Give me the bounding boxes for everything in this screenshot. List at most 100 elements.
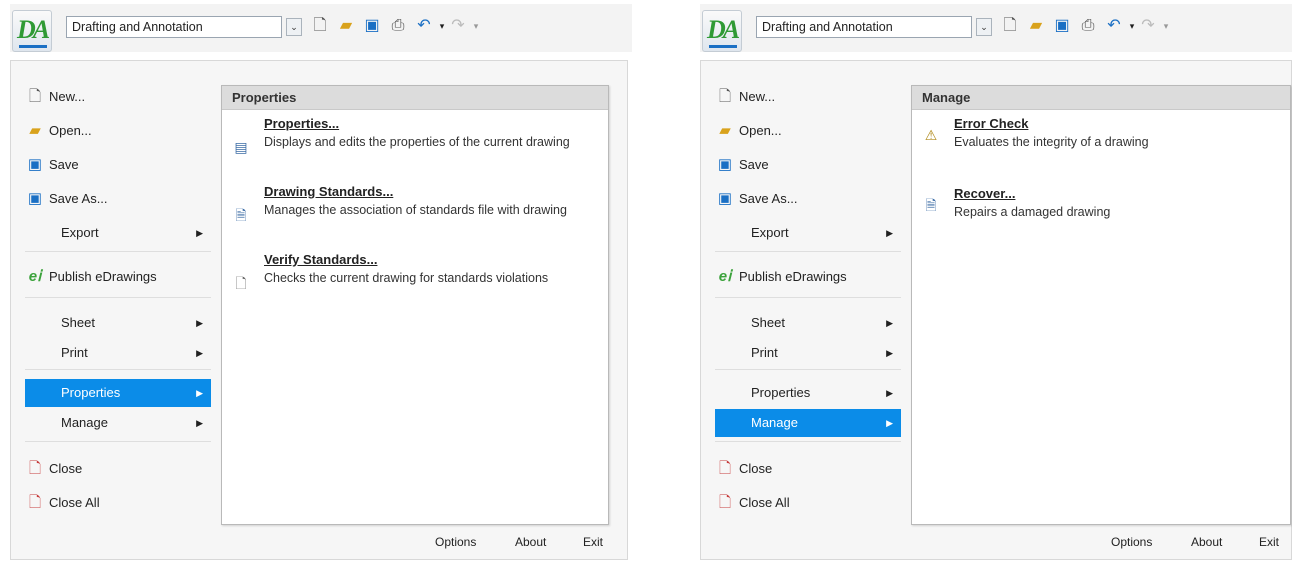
print-icon[interactable]: ⎙ bbox=[1078, 16, 1098, 36]
menu-item-open[interactable]: ▰ Open... bbox=[715, 117, 901, 145]
menu-item-print[interactable]: Print ▶ bbox=[25, 339, 211, 367]
submenu-arrow-icon: ▶ bbox=[196, 348, 203, 358]
menu-item-properties[interactable]: Properties ▶ bbox=[715, 379, 901, 407]
submenu-arrow-icon: ▶ bbox=[196, 418, 203, 428]
undo-icon[interactable]: ↶ bbox=[414, 16, 434, 36]
menu-item-save[interactable]: ▣ Save bbox=[715, 151, 901, 179]
edrawings-icon: eⅰ bbox=[28, 268, 42, 285]
open-folder-icon: ▰ bbox=[29, 122, 41, 139]
app-logo-text: DA bbox=[17, 15, 50, 44]
submenu-item-recover[interactable]: 🗎 Recover... Repairs a damaged drawing bbox=[922, 186, 1292, 242]
submenu-item-properties[interactable]: ▤ Properties... Displays and edits the p… bbox=[232, 116, 602, 178]
menu-item-manage[interactable]: Manage ▶ bbox=[25, 409, 211, 437]
about-button[interactable]: About bbox=[515, 535, 546, 549]
submenu-item-error-check[interactable]: ⚠ Error Check Evaluates the integrity of… bbox=[922, 116, 1292, 172]
chevron-down-icon[interactable]: ⌄ bbox=[286, 18, 302, 36]
menu-item-properties[interactable]: Properties ▶ bbox=[25, 379, 211, 407]
redo-icon[interactable]: ↷ bbox=[448, 16, 468, 36]
menu-item-publish-edrawings[interactable]: eⅰ Publish eDrawings bbox=[715, 263, 901, 291]
save-disk-icon: ▣ bbox=[717, 156, 733, 173]
new-document-icon: 🗋 bbox=[718, 88, 732, 105]
application-menu: 🗋 New... ▰ Open... ▣ Save ▣ Save As... Expor… bbox=[700, 60, 1292, 560]
menu-footer: Options About Exit bbox=[11, 529, 627, 559]
undo-icon[interactable]: ↶ bbox=[1104, 16, 1124, 36]
menu-item-save-as[interactable]: ▣ Save As... bbox=[25, 185, 211, 213]
submenu-header: Manage bbox=[912, 86, 1290, 110]
menu-command-list: 🗋 New... ▰ Open... ▣ Save ▣ Save As... Expor… bbox=[701, 61, 901, 531]
submenu-arrow-icon: ▶ bbox=[196, 318, 203, 328]
menu-divider bbox=[715, 441, 901, 442]
menu-item-new[interactable]: 🗋 New... bbox=[25, 83, 211, 111]
menu-item-publish-edrawings[interactable]: eⅰ Publish eDrawings bbox=[25, 263, 211, 291]
submenu-arrow-icon: ▶ bbox=[886, 318, 893, 328]
customize-toolbar-icon[interactable]: ▾ bbox=[466, 16, 486, 36]
verify-standards-icon: 🗋 bbox=[235, 275, 247, 291]
menu-item-close-all[interactable]: 🗋 Close All bbox=[25, 489, 211, 517]
chevron-down-icon[interactable]: ⌄ bbox=[976, 18, 992, 36]
configuration-combobox[interactable]: Drafting and Annotation bbox=[66, 16, 282, 38]
menu-footer: Options About Exit bbox=[701, 529, 1291, 559]
menu-item-print[interactable]: Print ▶ bbox=[715, 339, 901, 367]
new-document-icon[interactable]: 🗋 bbox=[310, 16, 330, 36]
menu-item-new[interactable]: 🗋 New... bbox=[715, 83, 901, 111]
submenu-arrow-icon: ▶ bbox=[196, 388, 203, 398]
print-icon[interactable]: ⎙ bbox=[388, 16, 408, 36]
menu-item-sheet[interactable]: Sheet ▶ bbox=[715, 309, 901, 337]
save-disk-icon[interactable]: ▣ bbox=[1052, 16, 1072, 36]
menu-command-list: 🗋 New... ▰ Open... ▣ Save ▣ Save As... Expor… bbox=[11, 61, 211, 531]
quick-access-toolbar: DA Drafting and Annotation ⌄ 🗋 ▰ ▣ ⎙ ↶ ▾… bbox=[10, 4, 632, 52]
submenu-manage: Manage ⚠ Error Check Evaluates the integ… bbox=[911, 85, 1291, 525]
menu-item-export[interactable]: Export ▶ bbox=[715, 219, 901, 247]
error-check-icon: ⚠ bbox=[924, 127, 938, 143]
customize-toolbar-icon[interactable]: ▾ bbox=[1156, 16, 1176, 36]
submenu-arrow-icon: ▶ bbox=[886, 388, 893, 398]
close-all-icon: 🗋 bbox=[28, 494, 42, 511]
menu-divider bbox=[715, 369, 901, 370]
menu-divider bbox=[25, 297, 211, 298]
menu-item-sheet[interactable]: Sheet ▶ bbox=[25, 309, 211, 337]
submenu-arrow-icon: ▶ bbox=[196, 228, 203, 238]
application-menu-manage-open: DA Drafting and Annotation ⌄ 🗋 ▰ ▣ ⎙ ↶ ▾… bbox=[690, 0, 1292, 562]
submenu-properties: Properties ▤ Properties... Displays and … bbox=[221, 85, 609, 525]
menu-item-save[interactable]: ▣ Save bbox=[25, 151, 211, 179]
application-menu-properties-open: DA Drafting and Annotation ⌄ 🗋 ▰ ▣ ⎙ ↶ ▾… bbox=[0, 0, 632, 562]
menu-item-close-all[interactable]: 🗋 Close All bbox=[715, 489, 901, 517]
close-document-icon: 🗋 bbox=[718, 460, 732, 477]
open-folder-icon: ▰ bbox=[719, 122, 731, 139]
menu-item-save-as[interactable]: ▣ Save As... bbox=[715, 185, 901, 213]
submenu-arrow-icon: ▶ bbox=[886, 348, 893, 358]
new-document-icon[interactable]: 🗋 bbox=[1000, 16, 1020, 36]
menu-divider bbox=[25, 369, 211, 370]
submenu-arrow-icon: ▶ bbox=[886, 228, 893, 238]
redo-icon[interactable]: ↷ bbox=[1138, 16, 1158, 36]
options-button[interactable]: Options bbox=[435, 535, 476, 549]
application-button[interactable]: DA bbox=[702, 10, 742, 52]
submenu-header: Properties bbox=[222, 86, 608, 110]
save-disk-icon[interactable]: ▣ bbox=[362, 16, 382, 36]
menu-divider bbox=[25, 441, 211, 442]
menu-item-manage[interactable]: Manage ▶ bbox=[715, 409, 901, 437]
menu-item-open[interactable]: ▰ Open... bbox=[25, 117, 211, 145]
submenu-item-drawing-standards[interactable]: 🗎 Drawing Standards... Manages the assoc… bbox=[232, 184, 602, 246]
configuration-combobox[interactable]: Drafting and Annotation bbox=[756, 16, 972, 38]
menu-item-close[interactable]: 🗋 Close bbox=[25, 455, 211, 483]
options-button[interactable]: Options bbox=[1111, 535, 1152, 549]
recover-drawing-icon: 🗎 bbox=[925, 197, 937, 213]
quick-access-toolbar: DA Drafting and Annotation ⌄ 🗋 ▰ ▣ ⎙ ↶ ▾… bbox=[700, 4, 1292, 52]
menu-divider bbox=[25, 251, 211, 252]
save-as-icon: ▣ bbox=[717, 190, 733, 207]
application-button[interactable]: DA bbox=[12, 10, 52, 52]
open-folder-icon[interactable]: ▰ bbox=[1026, 16, 1046, 36]
exit-button[interactable]: Exit bbox=[583, 535, 603, 549]
properties-sheet-icon: ▤ bbox=[234, 139, 248, 155]
submenu-arrow-icon: ▶ bbox=[886, 418, 893, 428]
menu-item-export[interactable]: Export ▶ bbox=[25, 219, 211, 247]
about-button[interactable]: About bbox=[1191, 535, 1222, 549]
open-folder-icon[interactable]: ▰ bbox=[336, 16, 356, 36]
exit-button[interactable]: Exit bbox=[1259, 535, 1279, 549]
app-logo-text: DA bbox=[707, 15, 740, 44]
menu-divider bbox=[715, 297, 901, 298]
submenu-item-verify-standards[interactable]: 🗋 Verify Standards... Checks the current… bbox=[232, 252, 602, 314]
drawing-standards-icon: 🗎 bbox=[235, 207, 247, 223]
menu-item-close[interactable]: 🗋 Close bbox=[715, 455, 901, 483]
